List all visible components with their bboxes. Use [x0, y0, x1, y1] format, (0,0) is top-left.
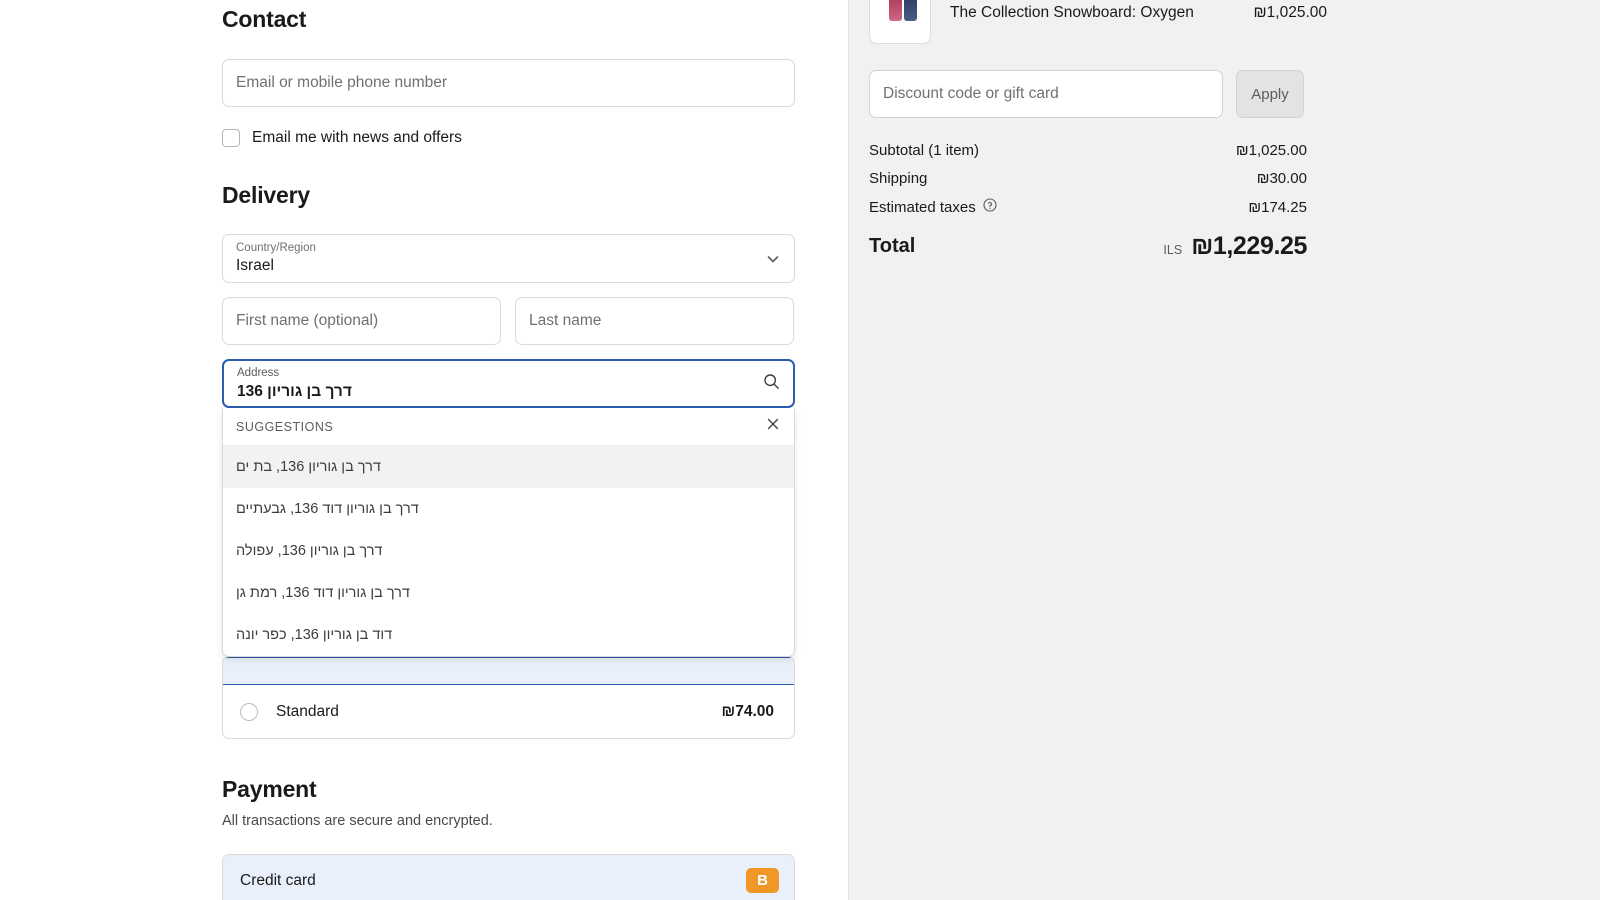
- discount-placeholder: Discount code or gift card: [870, 85, 1059, 103]
- payment-methods-box: Credit card B: [222, 854, 795, 900]
- address-field[interactable]: Address דרך בן גוריון 136: [222, 359, 795, 408]
- suggestions-header: SUGGESTIONS: [223, 408, 794, 446]
- shipping-value: ₪30.00: [1257, 170, 1307, 187]
- address-suggestions-dropdown: SUGGESTIONS דרך בן גוריון 136, בת ים דרך…: [222, 408, 795, 657]
- shipping-method-box: Standard ₪74.00: [222, 656, 795, 739]
- newsletter-checkbox-row[interactable]: Email me with news and offers: [222, 129, 795, 147]
- grand-total-value: ₪1,229.25: [1191, 232, 1307, 261]
- last-name-field[interactable]: Last name: [515, 297, 794, 345]
- chevron-down-icon: [766, 252, 780, 266]
- product-name: The Collection Snowboard: Oxygen: [950, 4, 1235, 22]
- contact-section: Contact Email or mobile phone number Ema…: [222, 0, 795, 147]
- checkout-page: Contact Email or mobile phone number Ema…: [0, 0, 1600, 900]
- email-placeholder: Email or mobile phone number: [223, 74, 447, 92]
- name-row: First name (optional) Last name: [222, 297, 795, 345]
- product-thumbnail: [869, 0, 931, 44]
- address-value: דרך בן גוריון 136: [237, 381, 780, 402]
- suggestion-item[interactable]: דרך בן גוריון 136, בת ים: [223, 446, 794, 488]
- country-select[interactable]: Country/Region Israel: [222, 234, 795, 283]
- country-label: Country/Region: [236, 241, 781, 256]
- order-totals: Subtotal (1 item) ₪1,025.00 Shipping ₪30…: [869, 142, 1327, 261]
- order-product-row: The Collection Snowboard: Oxygen ₪1,025.…: [869, 0, 1327, 44]
- address-label: Address: [237, 366, 780, 381]
- newsletter-label: Email me with news and offers: [252, 129, 462, 147]
- snowboard-red-icon: [889, 0, 902, 21]
- info-icon[interactable]: [983, 198, 997, 216]
- shipping-option-name: Standard: [276, 703, 339, 721]
- first-name-placeholder: First name (optional): [223, 312, 378, 330]
- search-icon[interactable]: [763, 373, 780, 395]
- shipping-option-price: ₪74.00: [722, 703, 775, 721]
- country-value: Israel: [236, 256, 781, 276]
- delivery-heading: Delivery: [222, 182, 795, 209]
- payment-subtitle: All transactions are secure and encrypte…: [222, 813, 795, 829]
- total-line-taxes: Estimated taxes ₪174.25: [869, 198, 1307, 216]
- newsletter-checkbox[interactable]: [222, 129, 240, 147]
- shipping-label: Shipping: [869, 170, 927, 187]
- total-line-shipping: Shipping ₪30.00: [869, 170, 1307, 187]
- payment-heading: Payment: [222, 776, 795, 803]
- discount-row: Discount code or gift card Apply: [869, 70, 1327, 118]
- product-price: ₪1,025.00: [1254, 4, 1328, 22]
- shipping-option-row[interactable]: Standard ₪74.00: [223, 685, 794, 738]
- suggestion-item[interactable]: דרך בן גוריון 136, עפולה: [223, 530, 794, 572]
- total-line-subtotal: Subtotal (1 item) ₪1,025.00: [869, 142, 1307, 159]
- shipping-option-selected[interactable]: [223, 657, 794, 685]
- total-line-grand: Total ILS ₪1,229.25: [869, 232, 1307, 261]
- delivery-section: Delivery Country/Region Israel First nam…: [222, 182, 795, 739]
- discount-code-input[interactable]: Discount code or gift card: [869, 70, 1223, 118]
- grand-total-label: Total: [869, 235, 915, 258]
- close-icon[interactable]: [766, 417, 780, 436]
- first-name-field[interactable]: First name (optional): [222, 297, 501, 345]
- suggestion-item[interactable]: דוד בן גוריון 136, כפר יונה: [223, 614, 794, 656]
- suggestions-heading: SUGGESTIONS: [236, 420, 333, 434]
- shipping-radio[interactable]: [240, 703, 258, 721]
- subtotal-label: Subtotal (1 item): [869, 142, 979, 159]
- email-field[interactable]: Email or mobile phone number: [222, 59, 795, 107]
- bit-badge-icon: B: [746, 868, 779, 893]
- apply-discount-button[interactable]: Apply: [1236, 70, 1304, 118]
- suggestion-item[interactable]: דרך בן גוריון דוד 136, רמת גן: [223, 572, 794, 614]
- subtotal-value: ₪1,025.00: [1236, 142, 1307, 159]
- order-summary-column: The Collection Snowboard: Oxygen ₪1,025.…: [848, 0, 1600, 900]
- last-name-placeholder: Last name: [516, 312, 601, 330]
- payment-section: Payment All transactions are secure and …: [222, 776, 795, 900]
- payment-method-credit-card[interactable]: Credit card B: [222, 854, 795, 900]
- snowboard-navy-icon: [904, 0, 917, 21]
- grand-total-currency: ILS: [1163, 243, 1182, 257]
- suggestion-item[interactable]: דרך בן גוריון דוד 136, גבעתיים: [223, 488, 794, 530]
- taxes-label: Estimated taxes: [869, 199, 976, 216]
- contact-heading: Contact: [222, 6, 795, 33]
- checkout-form-column: Contact Email or mobile phone number Ema…: [0, 0, 848, 900]
- taxes-value: ₪174.25: [1248, 199, 1307, 216]
- taxes-label-wrap: Estimated taxes: [869, 198, 997, 216]
- payment-method-label: Credit card: [240, 872, 316, 890]
